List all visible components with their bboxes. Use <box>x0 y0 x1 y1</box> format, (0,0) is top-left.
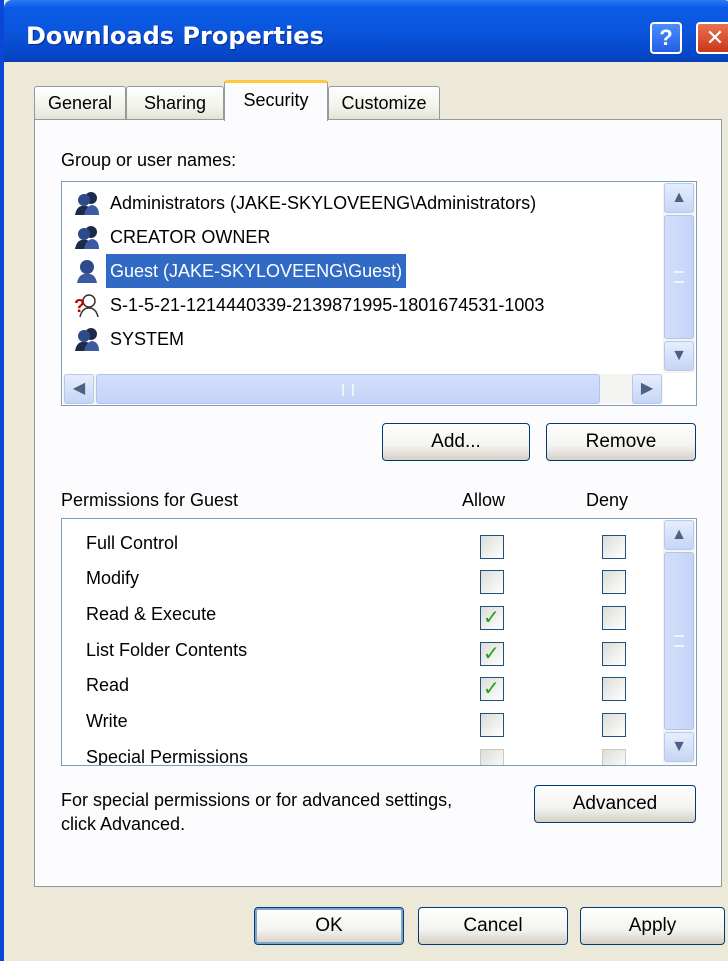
scrollbar-thumb[interactable] <box>664 215 694 339</box>
chevron-up-icon: ▲ <box>671 526 687 543</box>
allow-checkbox <box>480 749 504 765</box>
advanced-button[interactable]: Advanced <box>534 785 696 823</box>
group-icon <box>75 192 99 215</box>
remove-button[interactable]: Remove <box>546 423 696 461</box>
chevron-down-icon: ▼ <box>671 347 687 364</box>
scroll-up-button[interactable]: ▲ <box>664 183 694 213</box>
svg-text:?: ? <box>74 296 85 316</box>
apply-button[interactable]: Apply <box>580 907 725 945</box>
properties-dialog: Downloads Properties ? ✕ General Sharing… <box>0 0 728 961</box>
allow-checkbox[interactable]: ✓ <box>480 677 504 701</box>
list-item-label: Guest (JAKE-SKYLOVEENG\Guest) <box>106 254 407 288</box>
list-item-label: CREATOR OWNER <box>110 227 271 247</box>
advanced-note-line2: click Advanced. <box>61 814 186 834</box>
group-names-label: Group or user names: <box>61 150 237 170</box>
deny-checkbox[interactable] <box>602 570 626 594</box>
list-item[interactable]: CREATOR OWNER <box>70 220 662 254</box>
list-item-label: SYSTEM <box>110 329 185 349</box>
scroll-left-button[interactable]: ◀ <box>64 374 94 404</box>
list-item[interactable]: ? S-1-5-21-1214440339-2139871995-1801674… <box>70 288 662 322</box>
tab-general[interactable]: General <box>34 86 126 120</box>
deny-checkbox[interactable] <box>602 677 626 701</box>
grip-icon <box>674 271 684 283</box>
permission-row: Read ✓ <box>62 669 662 705</box>
checkmark-icon: ✓ <box>483 678 500 700</box>
title-bar[interactable]: Downloads Properties ? ✕ <box>4 0 728 62</box>
permission-name: Read <box>86 675 130 695</box>
permissions-title: Permissions for Guest <box>61 490 239 510</box>
window-title: Downloads Properties <box>26 22 324 50</box>
chevron-left-icon: ◀ <box>72 380 86 397</box>
deny-checkbox[interactable] <box>602 606 626 630</box>
permission-name: Special Permissions <box>86 747 249 766</box>
close-button[interactable]: ✕ <box>696 22 728 54</box>
group-user-listbox[interactable]: Administrators (JAKE-SKYLOVEENG\Administ… <box>61 181 697 406</box>
list-item-label: Administrators (JAKE-SKYLOVEENG\Administ… <box>110 193 537 213</box>
allow-checkbox[interactable]: ✓ <box>480 606 504 630</box>
help-button[interactable]: ? <box>650 22 682 54</box>
chevron-down-icon: ▼ <box>671 738 687 755</box>
list-item[interactable]: SYSTEM <box>70 322 662 356</box>
chevron-right-icon: ▶ <box>640 380 654 397</box>
scrollbar-thumb[interactable] <box>96 374 600 404</box>
scroll-right-button[interactable]: ▶ <box>632 374 662 404</box>
deny-checkbox[interactable] <box>602 535 626 559</box>
list-item[interactable]: Administrators (JAKE-SKYLOVEENG\Administ… <box>70 186 662 220</box>
chevron-up-icon: ▲ <box>671 189 687 206</box>
add-button[interactable]: Add... <box>382 423 530 461</box>
permission-name: Full Control <box>86 533 179 553</box>
permission-name: List Folder Contents <box>86 640 248 660</box>
list-item-selected[interactable]: Guest (JAKE-SKYLOVEENG\Guest) <box>70 254 662 288</box>
permissions-vertical-scrollbar[interactable]: ▲ ▼ <box>663 520 695 764</box>
scroll-up-button[interactable]: ▲ <box>664 520 694 550</box>
deny-checkbox <box>602 749 626 765</box>
allow-checkbox[interactable] <box>480 570 504 594</box>
permissions-list: Full Control Modify Read & Execute ✓ Lis… <box>61 518 697 766</box>
ok-button[interactable]: OK <box>254 907 404 945</box>
scrollbar-thumb[interactable] <box>664 552 694 730</box>
allow-checkbox[interactable]: ✓ <box>480 642 504 666</box>
permission-row: Write <box>62 705 662 741</box>
scroll-down-button[interactable]: ▼ <box>664 341 694 371</box>
tab-customize[interactable]: Customize <box>328 86 440 120</box>
user-icon <box>77 260 97 283</box>
deny-checkbox[interactable] <box>602 713 626 737</box>
allow-checkbox[interactable] <box>480 535 504 559</box>
list-item-label: S-1-5-21-1214440339-2139871995-180167453… <box>110 295 545 315</box>
advanced-note-line1: For special permissions or for advanced … <box>61 790 453 810</box>
checkmark-icon: ✓ <box>483 607 500 629</box>
permission-row: Modify <box>62 562 662 598</box>
unknown-user-icon: ? <box>74 294 99 318</box>
group-list-vertical-scrollbar[interactable]: ▲ ▼ <box>663 183 695 373</box>
tab-security[interactable]: Security <box>224 80 328 121</box>
deny-checkbox[interactable] <box>602 642 626 666</box>
deny-header: Deny <box>586 490 629 510</box>
permission-row: Special Permissions <box>62 741 662 766</box>
permission-name: Modify <box>86 568 140 588</box>
scroll-down-button[interactable]: ▼ <box>664 732 694 762</box>
checkmark-icon: ✓ <box>483 643 500 665</box>
permission-row: Full Control <box>62 527 662 563</box>
permission-name: Write <box>86 711 128 731</box>
tab-sharing[interactable]: Sharing <box>126 86 224 120</box>
permission-name: Read & Execute <box>86 604 217 624</box>
group-icon <box>75 328 99 351</box>
group-list-horizontal-scrollbar[interactable]: ◀ ▶ <box>63 374 663 404</box>
permission-row: Read & Execute ✓ <box>62 598 662 634</box>
allow-header: Allow <box>462 490 506 510</box>
group-icon <box>75 226 99 249</box>
grip-icon <box>674 635 684 647</box>
grip-icon <box>342 384 354 396</box>
permission-row: List Folder Contents ✓ <box>62 634 662 670</box>
allow-checkbox[interactable] <box>480 713 504 737</box>
cancel-button[interactable]: Cancel <box>418 907 568 945</box>
